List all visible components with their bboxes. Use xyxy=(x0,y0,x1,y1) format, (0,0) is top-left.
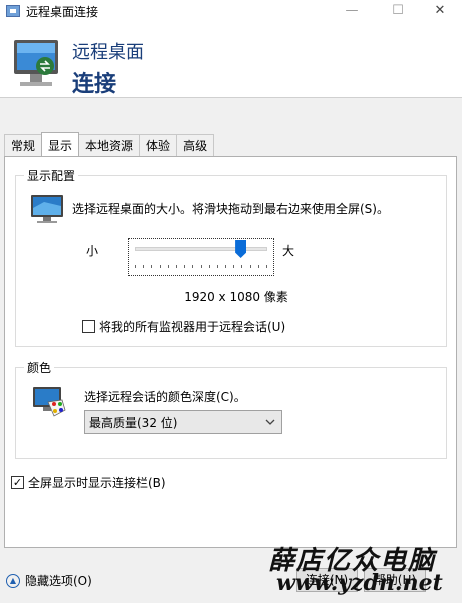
checkbox-box[interactable] xyxy=(82,320,95,333)
monitor-connect-icon xyxy=(14,40,58,86)
remote-desktop-icon xyxy=(6,5,20,17)
slider-min-label: 小 xyxy=(86,244,99,258)
slider-tick xyxy=(266,265,267,268)
slider-tick xyxy=(249,265,251,268)
use-all-monitors-checkbox[interactable]: 将我的所有监视器用于远程会话(U) xyxy=(82,318,285,335)
slider-tick xyxy=(225,265,227,268)
tab-advanced[interactable]: 高级 xyxy=(176,134,215,156)
slider-tick xyxy=(192,265,194,268)
slider-tick xyxy=(233,265,235,268)
close-button[interactable]: ✕ xyxy=(418,0,462,22)
hide-options-toggle[interactable]: ▲ 隐藏选项(O) xyxy=(6,572,92,589)
slider-tick xyxy=(135,265,136,268)
color-depth-description: 选择远程会话的颜色深度(C)。 xyxy=(84,390,246,404)
hide-options-label: 隐藏选项(O) xyxy=(25,574,92,588)
show-connection-bar-label: 全屏显示时显示连接栏(B) xyxy=(28,476,166,490)
tab-general[interactable]: 常规 xyxy=(4,134,43,156)
color-depth-select[interactable]: 最高质量(32 位) xyxy=(84,410,282,434)
help-button[interactable]: 帮助(H) xyxy=(364,568,426,592)
slider-tick xyxy=(175,265,177,268)
display-config-legend: 显示配置 xyxy=(24,167,79,184)
colors-group: 颜色 选择远程会话的颜色深度(C)。 最高质量(32 位) xyxy=(15,359,447,459)
connect-button[interactable]: 连接(N) xyxy=(296,568,358,592)
slider-track xyxy=(135,247,267,251)
window-title: 远程桌面连接 xyxy=(26,4,99,19)
show-connection-bar-checkbox[interactable]: ✓ 全屏显示时显示连接栏(B) xyxy=(11,474,166,491)
display-size-slider[interactable] xyxy=(128,238,274,276)
slider-tick xyxy=(167,265,169,268)
monitor-icon xyxy=(31,195,63,223)
color-depth-value: 最高质量(32 位) xyxy=(89,415,178,430)
palette-monitor-icon xyxy=(33,387,66,417)
header-banner: 远程桌面 连接 xyxy=(0,22,462,98)
slider-tick xyxy=(159,265,161,268)
use-all-monitors-label: 将我的所有监视器用于远程会话(U) xyxy=(99,320,286,334)
colors-legend: 颜色 xyxy=(24,359,55,376)
slider-tick xyxy=(143,265,145,268)
title-bar: 远程桌面连接 — ☐ ✕ xyxy=(0,0,462,22)
display-tab-panel: 显示配置 选择远程桌面的大小。将滑块拖动到最右边来使用全屏(S)。 小 大 19… xyxy=(4,156,457,548)
slider-tick xyxy=(200,265,202,268)
slider-tick xyxy=(151,265,153,268)
chevron-up-icon: ▲ xyxy=(6,573,20,588)
maximize-button[interactable]: ☐ xyxy=(376,0,420,22)
footer-bar: ▲ 隐藏选项(O) 连接(N) 帮助(H) xyxy=(0,560,462,603)
resolution-label: 1920 x 1080 像素 xyxy=(184,290,288,304)
slider-ticks xyxy=(135,265,267,271)
tab-strip: 常规 显示 本地资源 体验 高级 xyxy=(4,132,215,156)
minimize-button[interactable]: — xyxy=(330,0,374,22)
display-size-description: 选择远程桌面的大小。将滑块拖动到最右边来使用全屏(S)。 xyxy=(72,202,389,216)
chevron-down-icon xyxy=(265,419,275,425)
header-title-line2: 连接 xyxy=(72,72,117,97)
display-config-group: 显示配置 选择远程桌面的大小。将滑块拖动到最右边来使用全屏(S)。 小 大 19… xyxy=(15,167,447,347)
slider-tick xyxy=(257,265,259,268)
slider-tick xyxy=(184,265,186,268)
slider-thumb[interactable] xyxy=(235,240,247,258)
tab-display[interactable]: 显示 xyxy=(41,132,80,156)
slider-max-label: 大 xyxy=(282,244,295,258)
header-title-line1: 远程桌面 xyxy=(72,42,144,63)
tab-local-resources[interactable]: 本地资源 xyxy=(78,134,141,156)
slider-tick xyxy=(216,265,218,268)
slider-tick xyxy=(208,265,210,268)
checkbox-box[interactable]: ✓ xyxy=(11,476,24,489)
slider-tick xyxy=(241,265,243,268)
tab-experience[interactable]: 体验 xyxy=(139,134,178,156)
